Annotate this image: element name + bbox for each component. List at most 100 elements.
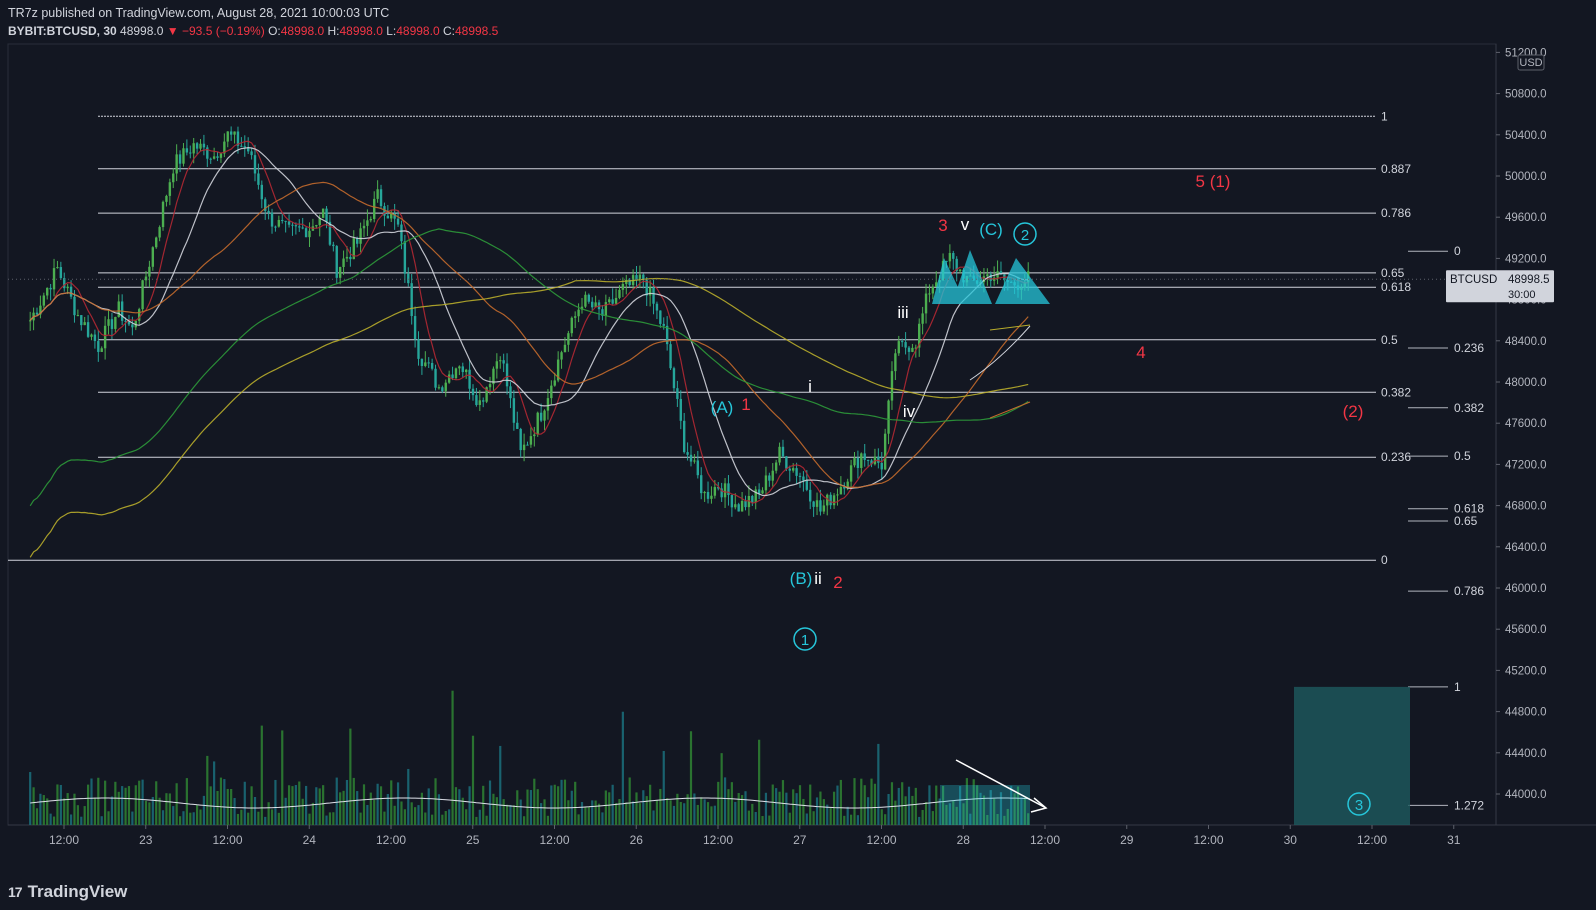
candle-body — [734, 504, 737, 508]
volume-bar — [560, 779, 563, 825]
candle-body — [809, 489, 812, 502]
volume-bar — [362, 784, 366, 825]
volume-bar — [485, 815, 488, 825]
volume-bar — [614, 802, 618, 825]
volume-bar — [853, 778, 856, 825]
y-tick-label: 45200.0 — [1505, 665, 1547, 677]
ma-projection — [989, 401, 1031, 419]
price-chart[interactable]: 51200.050800.050400.050000.049600.049200… — [0, 0, 1596, 910]
candle-body — [512, 398, 516, 423]
candle-body — [570, 317, 573, 334]
volume-bar — [141, 779, 144, 825]
candle-body — [618, 289, 621, 298]
candle-body — [989, 274, 992, 281]
candle-body — [883, 433, 887, 470]
low-label: L: — [386, 24, 397, 38]
volume-bar — [645, 796, 648, 825]
volume-bar — [189, 812, 192, 825]
fib-retracement-label: 0 — [1381, 553, 1388, 567]
volume-bar — [737, 793, 740, 825]
volume-bar — [696, 804, 699, 825]
candle-body — [332, 244, 335, 247]
candle-body — [880, 462, 883, 470]
y-tick-label: 48000.0 — [1505, 377, 1547, 389]
candle-body — [655, 303, 659, 311]
candle-body — [28, 320, 32, 322]
y-tick-label: 49200.0 — [1505, 253, 1547, 265]
volume-bar — [870, 778, 873, 825]
moving-average-orange — [29, 181, 1029, 489]
candle-body — [611, 299, 614, 304]
wave-label: (2) — [1343, 402, 1364, 421]
volume-bar — [110, 796, 114, 825]
candle-body — [97, 341, 100, 352]
volume-bar — [434, 778, 437, 825]
wave-label: 5 (1) — [1196, 172, 1231, 191]
volume-bar — [390, 780, 393, 825]
candle-body — [250, 151, 253, 156]
candle-body — [567, 333, 570, 345]
volume-bar — [284, 797, 287, 825]
volume-bar — [274, 779, 277, 825]
volume-bar — [63, 798, 66, 825]
y-tick-label: 49600.0 — [1505, 212, 1547, 224]
candle-body — [73, 296, 76, 316]
volume-bar — [475, 816, 478, 825]
candle-body — [550, 385, 553, 399]
candle-body — [839, 487, 843, 495]
volume-bar — [345, 779, 349, 825]
volume-bar — [594, 800, 597, 825]
volume-bar — [376, 783, 379, 825]
candle-body — [461, 366, 464, 373]
volume-bar — [914, 787, 917, 825]
volume-bar — [546, 815, 550, 825]
candle-body — [257, 173, 260, 185]
tradingview-brand[interactable]: 17 TradingView — [8, 882, 127, 902]
candle-body — [444, 382, 447, 392]
candle-body — [80, 315, 83, 326]
volume-bar — [223, 779, 226, 825]
fib-retracement-label: 0.786 — [1381, 206, 1411, 220]
candle-body — [798, 475, 802, 477]
candle-body — [696, 460, 700, 476]
wave-label: (C) — [979, 220, 1003, 239]
candle-body — [608, 299, 611, 303]
tradingview-logo-icon: 17 — [8, 884, 23, 900]
candle-body — [686, 452, 689, 455]
volume-group — [29, 690, 1030, 825]
volume-bar — [638, 803, 642, 825]
arrow-head-icon — [1030, 797, 1048, 813]
candle-body — [301, 227, 304, 229]
candle-body — [185, 148, 189, 153]
candle-body — [355, 238, 359, 244]
volume-bar — [56, 784, 59, 825]
volume-bar — [730, 782, 733, 825]
candle-body — [294, 225, 298, 227]
volume-bar — [219, 777, 223, 825]
y-tick-label: 44000.0 — [1505, 789, 1547, 801]
volume-bar — [35, 808, 39, 825]
wave-label: 1 — [741, 395, 750, 414]
symbol-label[interactable]: BYBIT:BTCUSD, 30 — [8, 24, 117, 38]
y-tick-label: 44800.0 — [1505, 707, 1547, 719]
candle-body — [509, 386, 512, 399]
volume-bar — [580, 802, 584, 825]
brand-name: TradingView — [27, 882, 128, 901]
volume-bar — [482, 785, 485, 825]
candle-body — [866, 459, 870, 461]
volume-bar — [686, 794, 689, 825]
wave-label: (A) — [711, 398, 734, 417]
volume-bar — [291, 786, 294, 825]
candle-body — [621, 283, 625, 290]
wave-label: 1 — [801, 632, 809, 649]
volume-bar — [369, 792, 372, 825]
volume-bar — [778, 791, 781, 825]
candle-body — [924, 293, 928, 314]
candle-body — [229, 131, 233, 135]
volume-bar — [768, 815, 771, 825]
wave-label: (B) — [790, 569, 813, 588]
volume-bar — [195, 804, 199, 825]
volume-bar — [543, 799, 546, 825]
candle-body — [69, 286, 73, 297]
candle-body — [648, 287, 652, 296]
